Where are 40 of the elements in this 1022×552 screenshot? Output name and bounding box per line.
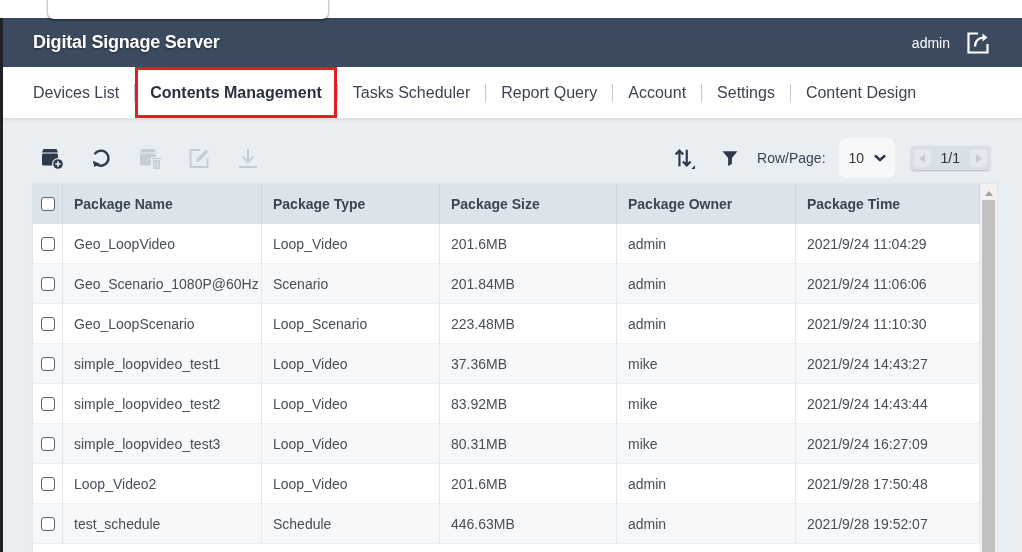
row-checkbox[interactable] (40, 396, 55, 411)
table-cell: 446.63MB (440, 504, 617, 544)
nav-tab[interactable]: Contents Management (135, 67, 337, 118)
row-checkbox[interactable] (40, 436, 55, 451)
caret-right-icon (975, 153, 982, 163)
nav-tab[interactable]: Content Design (790, 67, 932, 118)
package-plus-icon[interactable] (40, 146, 64, 170)
table-cell: test_schedule (63, 504, 262, 544)
sort-icon[interactable] (673, 147, 696, 169)
table-row[interactable]: simple_loopvideo_test2 Loop_Video 83.92MB mike 2021/9/24 14:43:44 (33, 384, 980, 424)
table-row[interactable]: simple_loopvideo_test3 Loop_Video 80.31MB mike 2021/9/24 16:27:09 (33, 424, 980, 464)
table-cell: Schedule (262, 504, 440, 544)
nav-tab[interactable]: Report Query (486, 67, 613, 118)
page-indicator: 1/1 (940, 150, 960, 166)
scrollbar-thumb[interactable] (982, 200, 995, 552)
nav-tab[interactable]: Devices List (18, 67, 135, 118)
filter-icon[interactable] (721, 149, 740, 167)
rows-per-page-select[interactable]: 10 (838, 138, 895, 178)
table-row[interactable]: Geo_LoopVideo Loop_Video 201.6MB admin 2021/9/24 11:04:29 (33, 224, 980, 264)
caret-left-icon (919, 153, 926, 163)
table-row[interactable]: simple_loopvideo_test1 Loop_Video 37.36MB mike 2021/9/24 14:43:27 (33, 344, 980, 384)
user-name: admin (911, 34, 950, 51)
table-row[interactable]: Loop_Video2 Loop_Video 201.6MB admin 2021/9/28 17:50:48 (33, 464, 980, 504)
row-checkbox[interactable] (40, 356, 55, 371)
nav-tab[interactable]: Settings (702, 67, 790, 118)
rows-per-page-label: Row/Page: (757, 150, 826, 166)
table-row[interactable]: Geo_Scenario_1080P@60Hz Scenario 201.84MB admin 2021/9/24 11:06:06 (33, 264, 980, 304)
row-checkbox[interactable] (40, 476, 55, 491)
table-row[interactable]: Geo_LoopScenario Loop_Scenario 223.48MB admin 2021/9/24 11:10:30 (33, 304, 980, 344)
row-checkbox[interactable] (40, 316, 55, 331)
table-row[interactable]: test_schedule Schedule 446.63MB admin 2021/9/28 19:52:07 (33, 504, 980, 544)
row-checkbox[interactable] (40, 276, 55, 291)
nav-tab[interactable]: Account (613, 67, 702, 118)
row-checkbox[interactable] (40, 236, 55, 251)
nav-tab[interactable]: Tasks Scheduler (337, 67, 486, 118)
app-title: Digital Signage Server (33, 32, 220, 53)
box-arrow-icon[interactable] (966, 30, 990, 55)
row-checkbox[interactable] (40, 516, 55, 531)
table-cell: admin (617, 504, 796, 544)
select-all-checkbox[interactable] (40, 197, 55, 211)
